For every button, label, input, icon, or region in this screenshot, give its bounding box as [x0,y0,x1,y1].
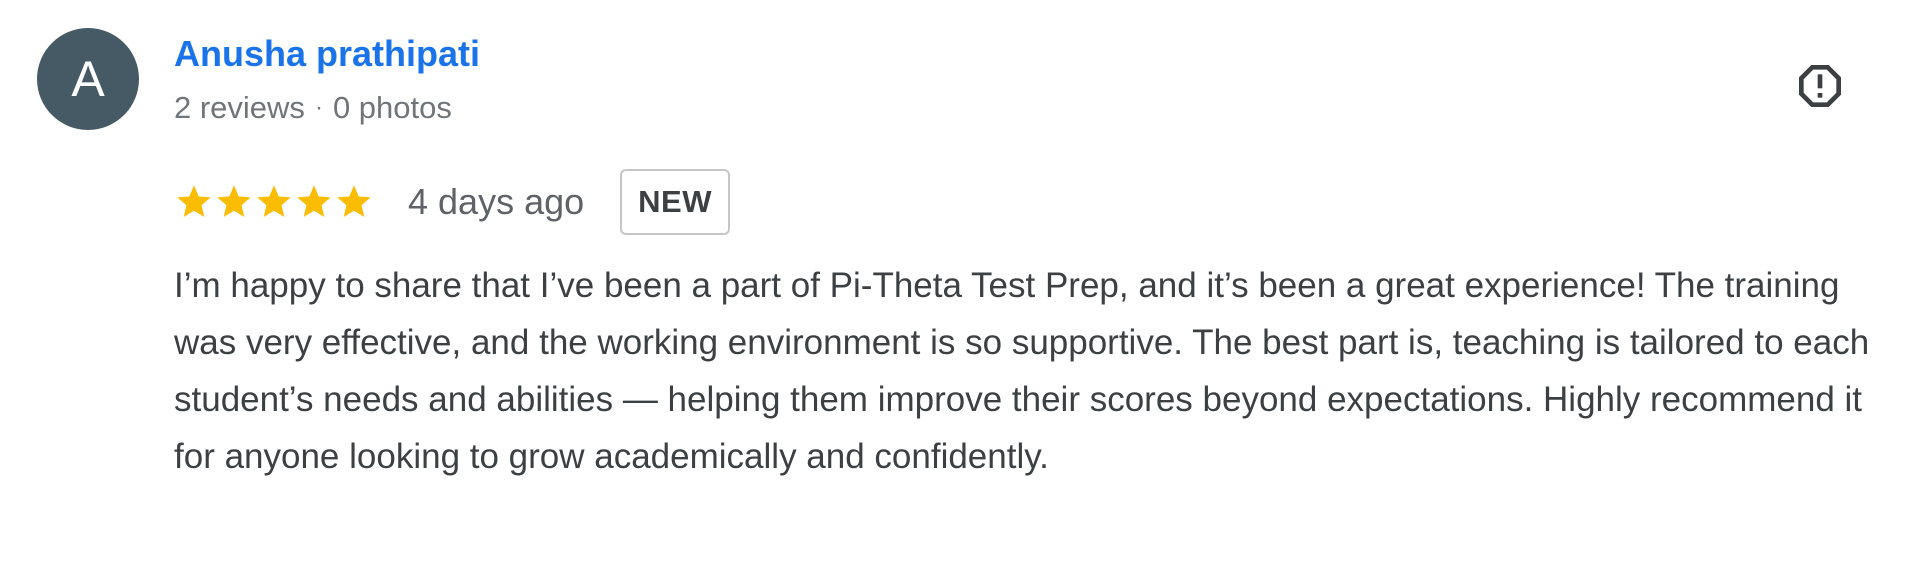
rating-row: 4 days ago NEW [174,168,730,236]
star-icon [257,185,291,217]
reviewer-name-link[interactable]: Anusha prathipati [174,30,480,78]
report-icon [1799,65,1841,107]
star-icon [337,185,371,217]
photos-count: 0 photos [332,90,452,125]
reviews-count: 2 reviews [174,90,305,125]
star-icon [297,185,331,217]
avatar-letter: A [71,51,105,107]
avatar[interactable]: A [37,28,139,130]
review-card: A Anusha prathipati 2 reviews · 0 photos… [0,0,1920,565]
star-rating [174,182,374,222]
review-time: 4 days ago [408,181,585,222]
new-badge: NEW [620,169,730,235]
report-button[interactable] [1792,58,1848,114]
meta-separator: · [314,94,323,121]
star-icon [217,185,251,217]
star-icon [177,185,211,217]
reviewer-meta: 2 reviews · 0 photos [174,84,452,132]
review-text: I’m happy to share that I’ve been a part… [174,266,1870,476]
